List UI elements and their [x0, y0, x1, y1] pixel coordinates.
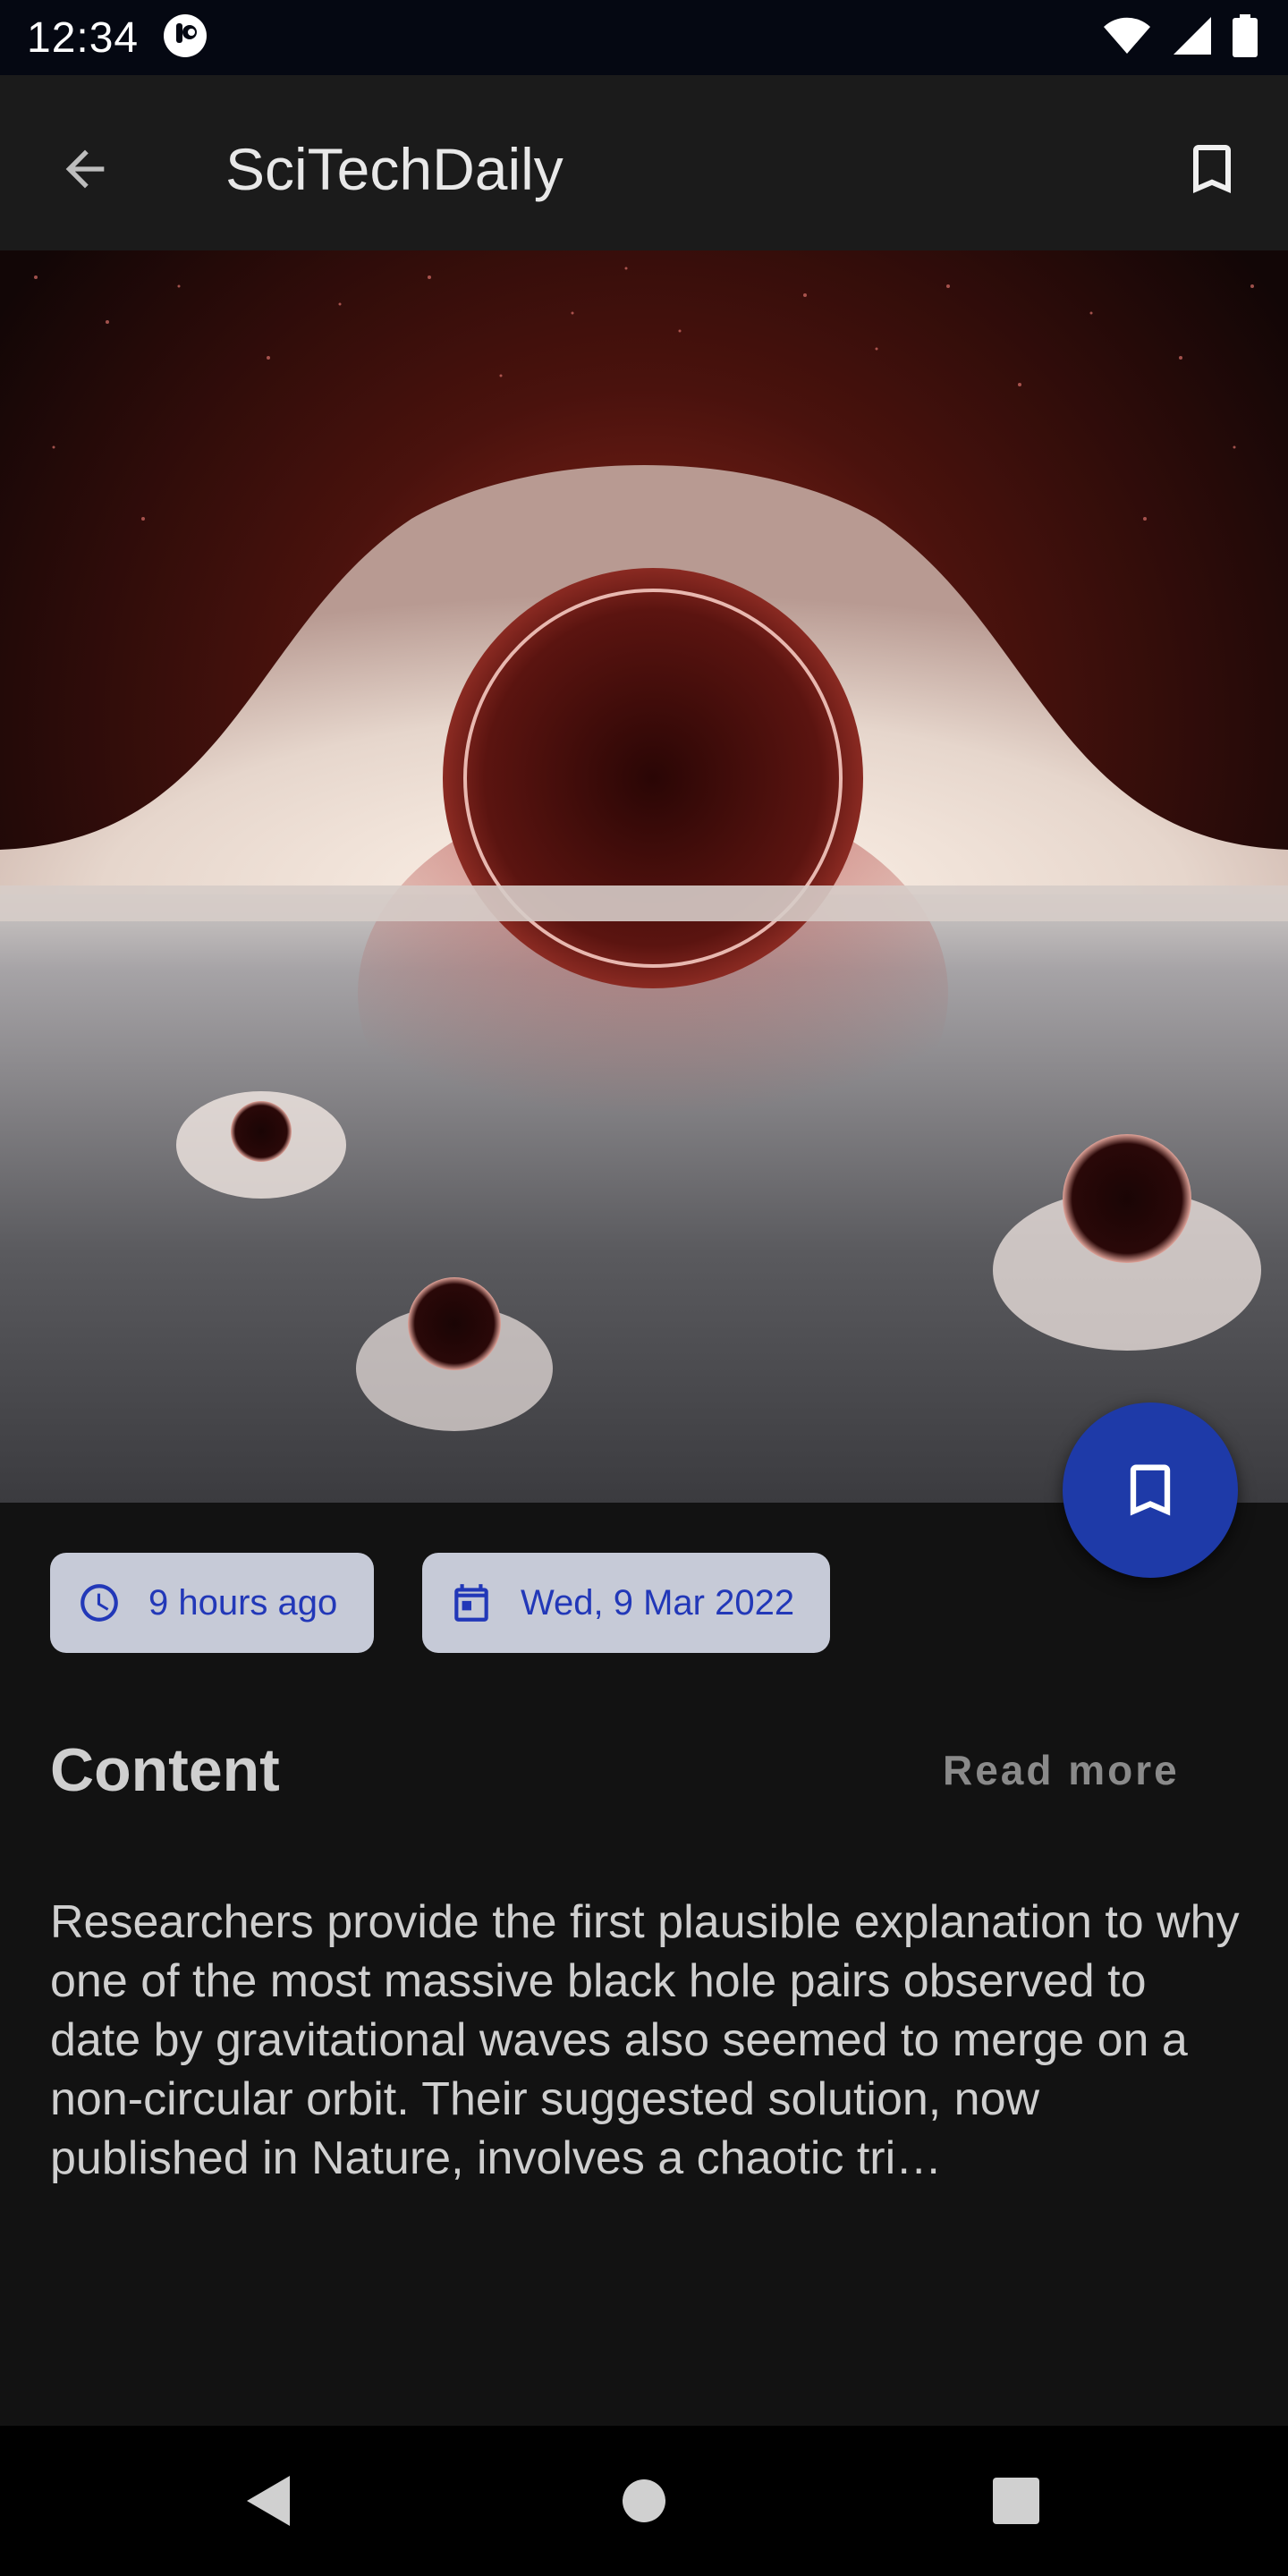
wifi-icon: [1102, 16, 1152, 60]
status-bar: 12:34: [0, 0, 1288, 75]
article-summary: Researchers provide the first plausible …: [50, 1896, 1240, 2184]
app-title: SciTechDaily: [225, 136, 564, 202]
bookmark-outline-icon: [1130, 1464, 1171, 1516]
nav-back-icon: [247, 2476, 290, 2526]
status-clock: 12:34: [27, 13, 140, 62]
media-app-icon: [162, 13, 208, 64]
content-heading: Content: [50, 1736, 280, 1804]
signal-icon: [1172, 15, 1213, 61]
nav-recents-button[interactable]: [980, 2465, 1052, 2537]
calendar-icon: [454, 1584, 488, 1622]
bookmark-fab[interactable]: [1063, 1402, 1238, 1578]
published-ago-chip: 9 hours ago: [50, 1553, 374, 1653]
status-right: [1102, 13, 1258, 62]
system-nav-bar: [0, 2426, 1288, 2576]
clock-icon: [80, 1584, 118, 1622]
bookmark-button[interactable]: [1172, 129, 1252, 209]
status-left: 12:34: [27, 13, 208, 64]
published-ago-label: 9 hours ago: [148, 1582, 338, 1623]
nav-home-button[interactable]: [608, 2465, 680, 2537]
battery-icon: [1233, 13, 1258, 62]
nav-home-icon: [623, 2479, 665, 2522]
published-date-label: Wed, 9 Mar 2022: [521, 1582, 795, 1623]
app-bar: SciTechDaily: [0, 75, 1288, 250]
read-more-button[interactable]: Read more: [943, 1746, 1180, 1794]
published-date-chip: Wed, 9 Mar 2022: [422, 1553, 830, 1653]
nav-recents-icon: [993, 2478, 1039, 2524]
back-button[interactable]: [45, 129, 125, 209]
bookmark-outline-icon: [1193, 145, 1231, 193]
hero-image: [0, 250, 1288, 1503]
arrow-back-icon: [65, 149, 105, 189]
black-hole-illustration: [0, 250, 1288, 1503]
nav-back-button[interactable]: [233, 2465, 304, 2537]
